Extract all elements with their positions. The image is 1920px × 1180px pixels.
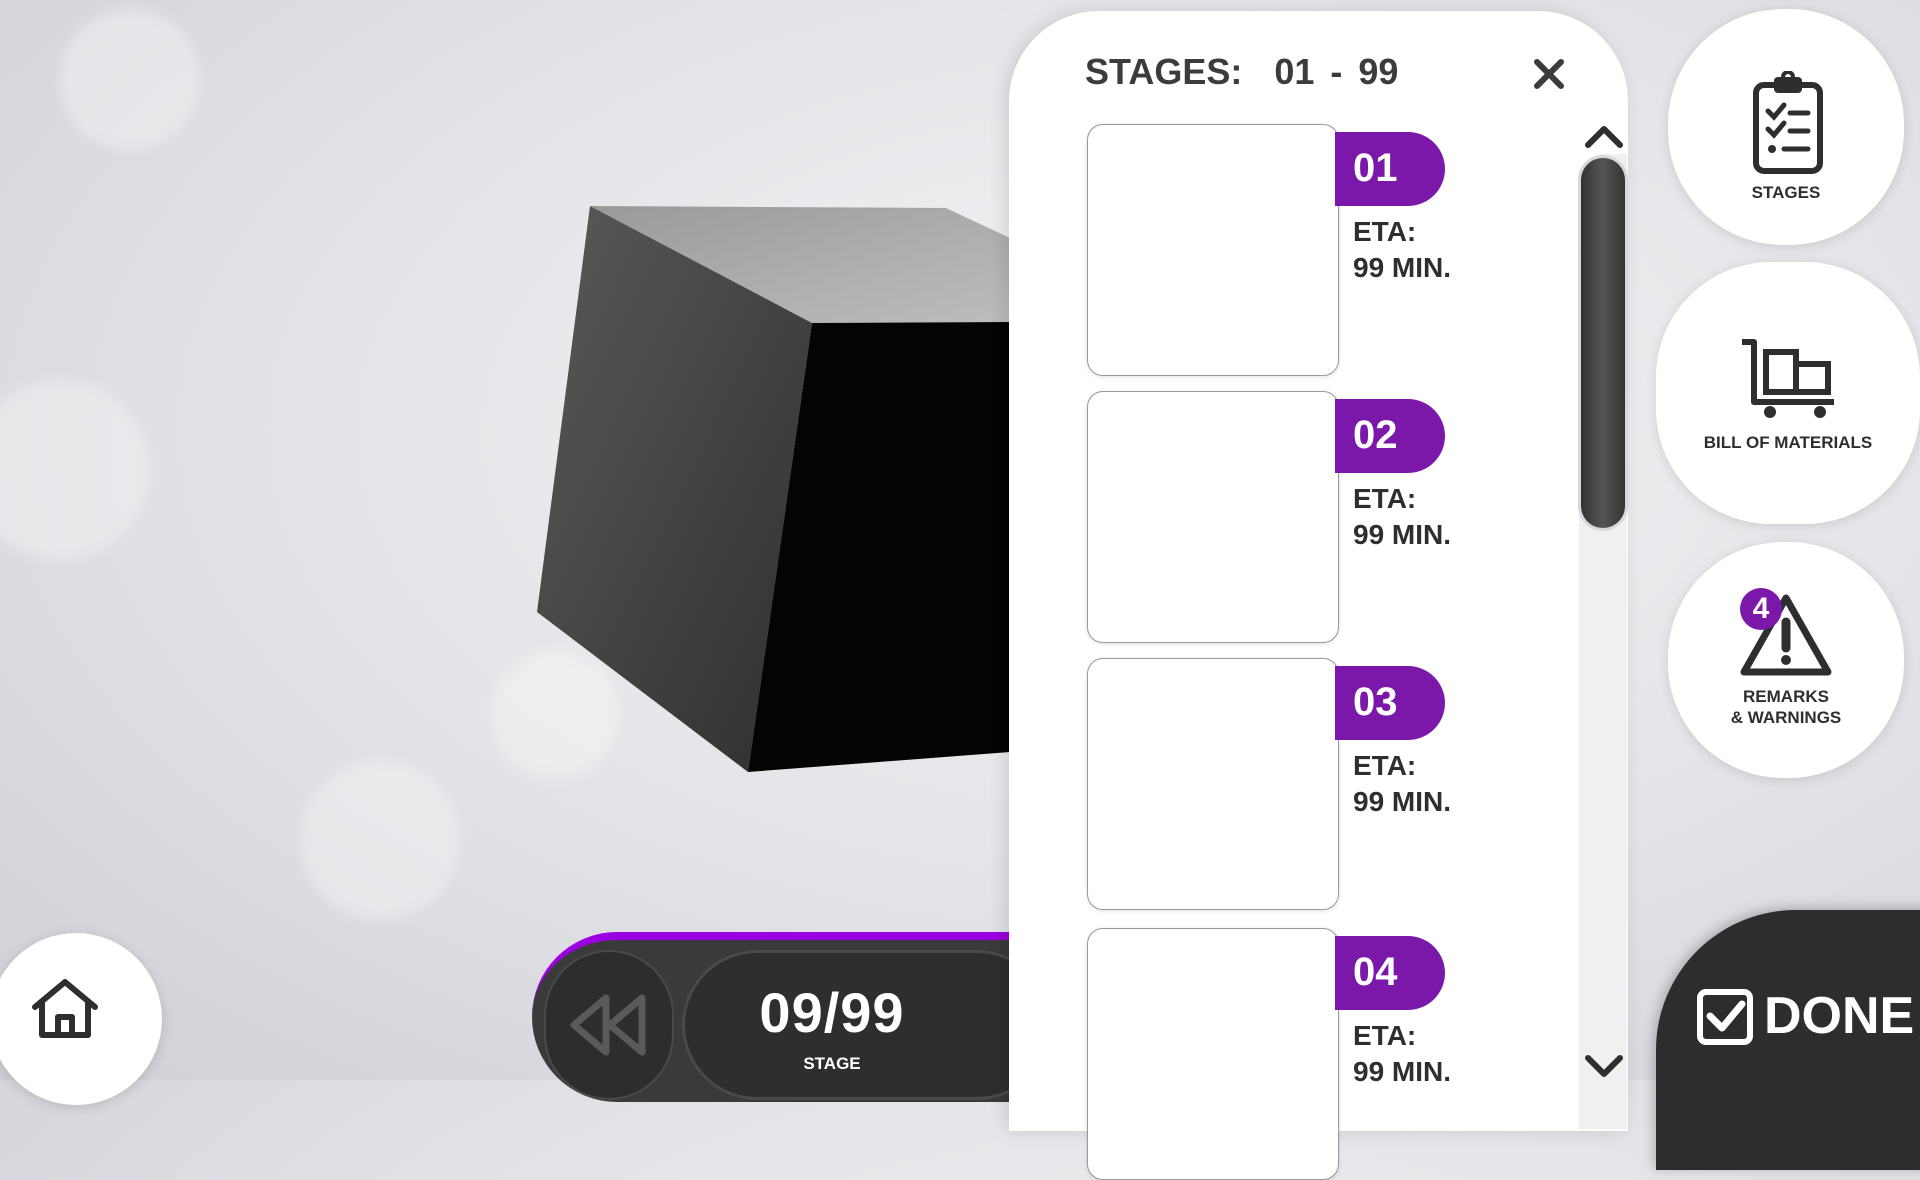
warning-count-badge: 4 xyxy=(1740,588,1782,630)
stage-number-tag: 01 xyxy=(1335,132,1445,206)
stage-thumbnail xyxy=(1087,658,1339,910)
eta-value: 99 MIN. xyxy=(1353,252,1452,283)
eta-value: 99 MIN. xyxy=(1353,519,1452,550)
eta-label: ETA: xyxy=(1353,216,1417,247)
bill-of-materials-button[interactable]: BILL OF MATERIALS xyxy=(1656,262,1920,524)
checkbox-icon xyxy=(1697,989,1753,1045)
background-bokeh xyxy=(490,650,620,780)
stage-eta: ETA: 99 MIN. xyxy=(1353,748,1451,820)
home-icon xyxy=(32,979,98,1038)
remarks-warnings-button[interactable]: 4 REMARKS & WARNINGS xyxy=(1668,542,1904,778)
stage-eta: ETA: 99 MIN. xyxy=(1353,1018,1451,1090)
background-bokeh xyxy=(300,760,460,920)
done-button[interactable]: DONE xyxy=(1656,910,1920,1170)
clipboard-checklist-icon xyxy=(1753,71,1823,174)
cube-top-face xyxy=(590,206,1010,323)
bom-button-label: BILL OF MATERIALS xyxy=(1703,433,1873,452)
cart-icon xyxy=(1742,339,1834,418)
eta-label: ETA: xyxy=(1353,750,1417,781)
stages-button[interactable]: STAGES xyxy=(1668,9,1904,245)
stage-eta: ETA: 99 MIN. xyxy=(1353,214,1451,286)
stage-navigator: 09/99 STAGE xyxy=(532,932,1052,1102)
stage-indicator: 09/99 STAGE xyxy=(682,950,1052,1100)
stage-card[interactable]: 04 ETA: 99 MIN. xyxy=(1087,928,1477,1180)
chevron-down-icon[interactable] xyxy=(1584,1054,1624,1080)
3d-model-viewport[interactable] xyxy=(0,0,1920,1080)
home-button[interactable] xyxy=(0,933,162,1105)
stage-card[interactable]: 03 ETA: 99 MIN. xyxy=(1087,658,1477,910)
stage-label: STAGE xyxy=(803,1054,861,1073)
stage-number-tag: 02 xyxy=(1335,399,1445,473)
cube-front-face xyxy=(748,322,1010,772)
stage-card[interactable]: 01 ETA: 99 MIN. xyxy=(1087,124,1477,376)
remarks-label-line1: REMARKS xyxy=(1743,687,1829,706)
eta-label: ETA: xyxy=(1353,483,1417,514)
stage-eta: ETA: 99 MIN. xyxy=(1353,481,1451,553)
eta-label: ETA: xyxy=(1353,1020,1417,1051)
stage-number-tag: 03 xyxy=(1335,666,1445,740)
eta-value: 99 MIN. xyxy=(1353,1056,1452,1087)
stages-button-label: STAGES xyxy=(1751,183,1821,202)
chevron-up-icon[interactable] xyxy=(1584,123,1624,149)
stage-thumbnail xyxy=(1087,124,1339,376)
stage-counter: 09/99 xyxy=(759,981,905,1044)
stages-panel: STAGES: 01 - 99 01 ETA: 99 MIN. 02 ETA: … xyxy=(1009,11,1628,1180)
stage-thumbnail xyxy=(1087,928,1339,1180)
stage-thumbnail xyxy=(1087,391,1339,643)
close-icon[interactable] xyxy=(1529,54,1569,94)
scrollbar-thumb[interactable] xyxy=(1581,158,1625,528)
stage-card[interactable]: 02 ETA: 99 MIN. xyxy=(1087,391,1477,643)
background-bokeh xyxy=(60,10,200,150)
rewind-icon xyxy=(570,994,646,1056)
previous-stage-button[interactable] xyxy=(544,950,674,1100)
done-label: DONE xyxy=(1764,987,1915,1045)
panel-title: STAGES: 01 - 99 xyxy=(1085,51,1399,92)
stage-number-tag: 04 xyxy=(1335,936,1445,1010)
remarks-label-line2: & WARNINGS xyxy=(1730,708,1842,727)
background-bokeh xyxy=(0,380,150,560)
eta-value: 99 MIN. xyxy=(1353,786,1452,817)
